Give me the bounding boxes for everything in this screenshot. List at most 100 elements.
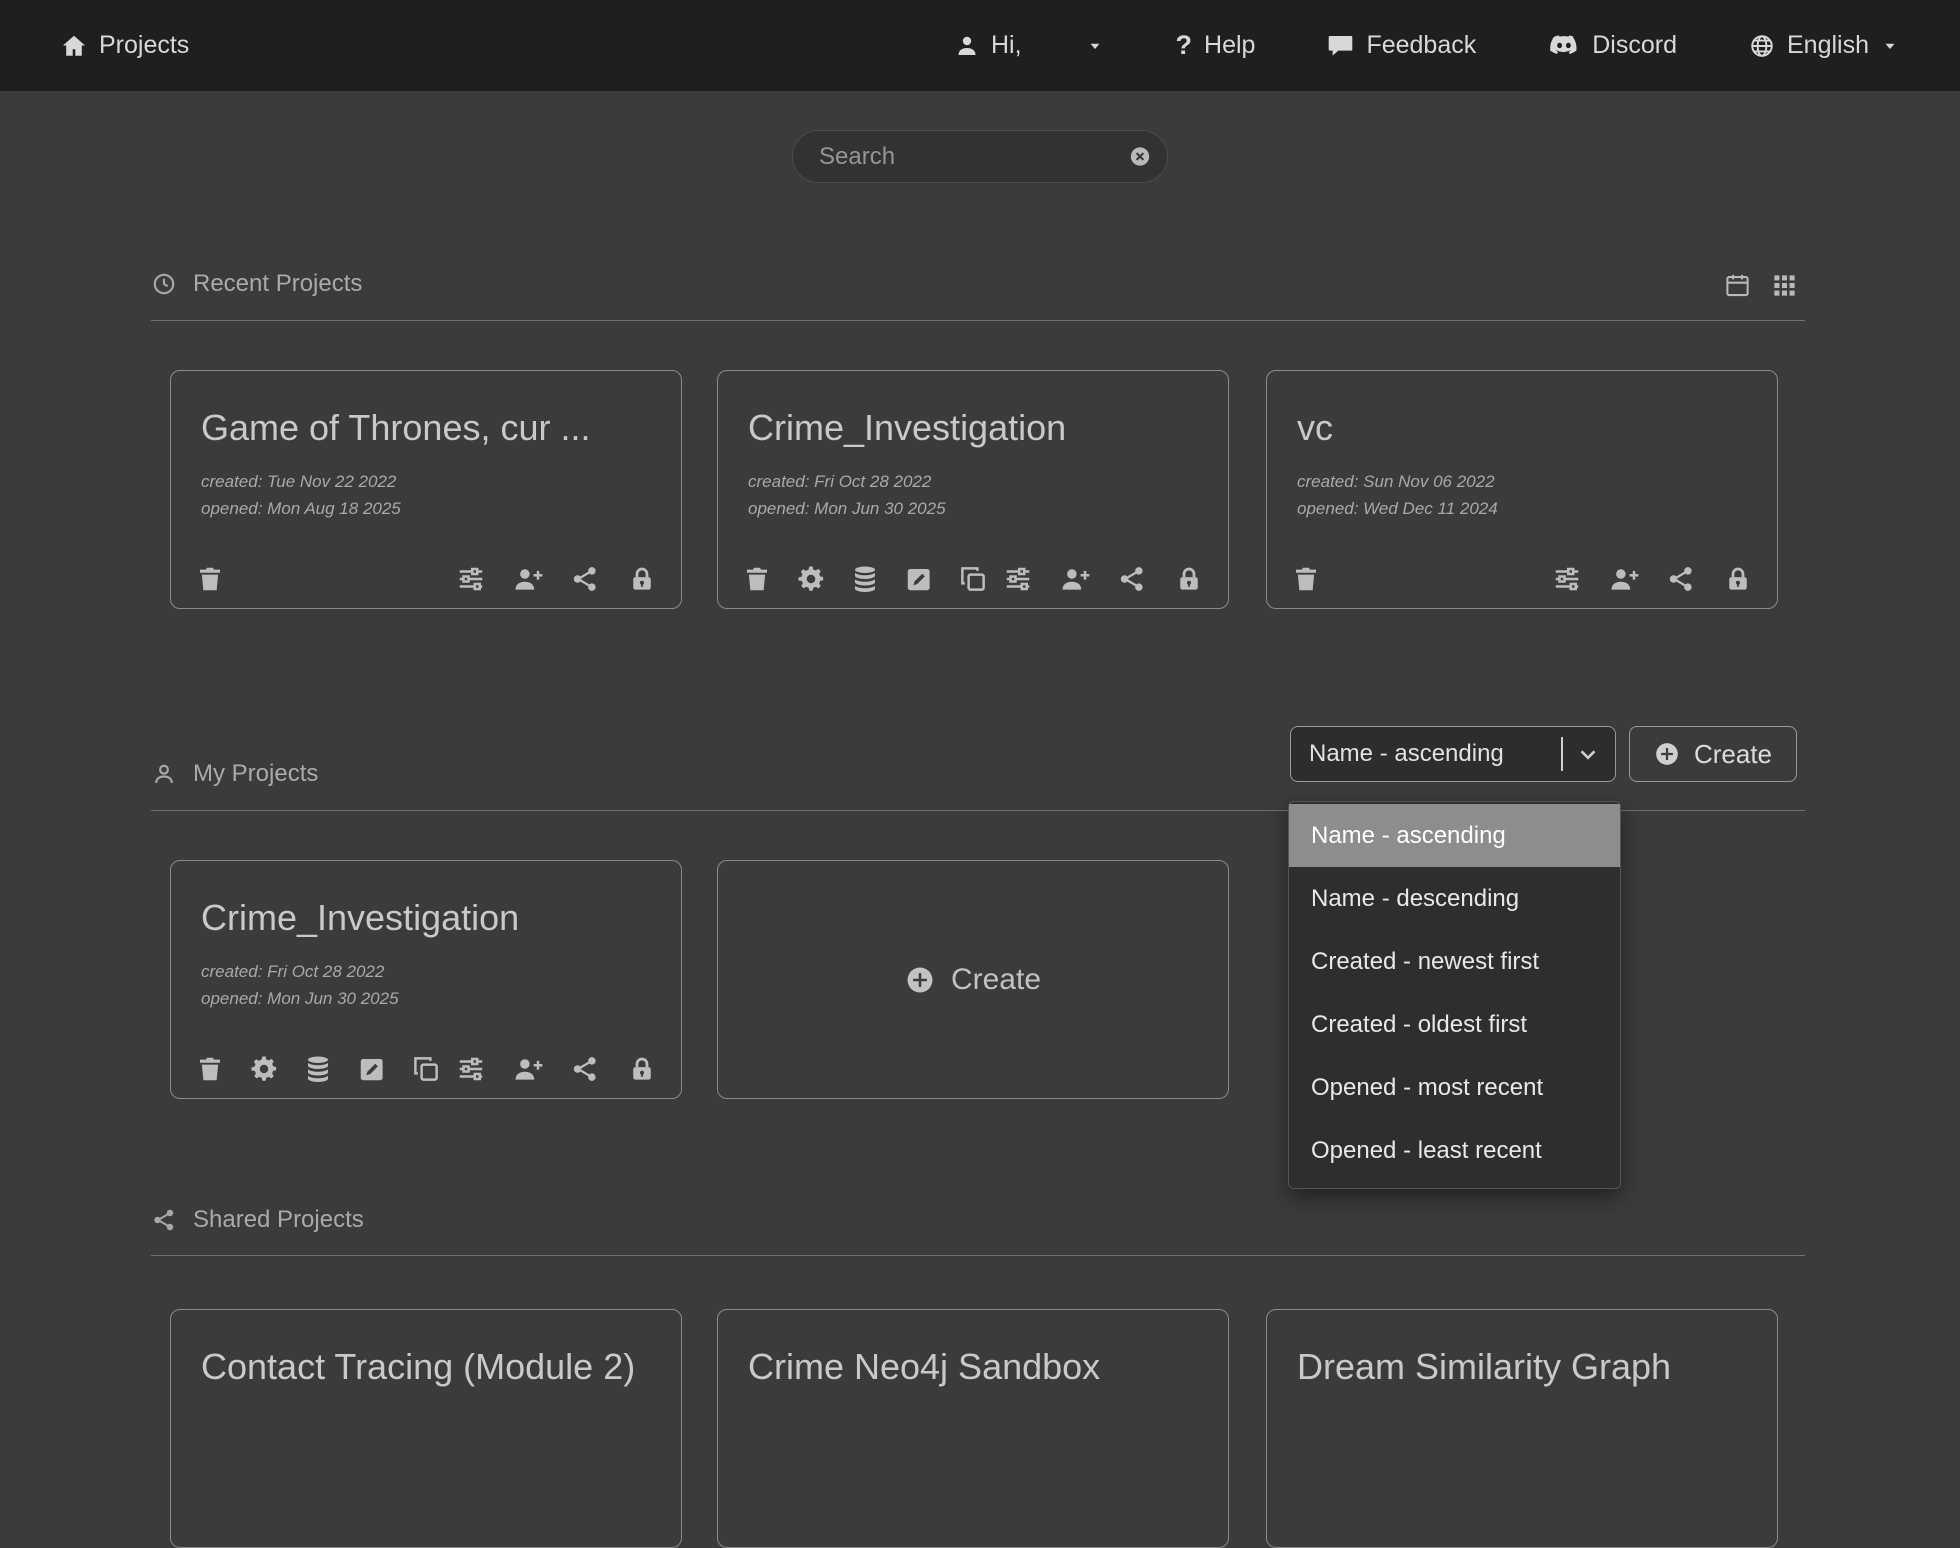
top-navbar: Projects Hi, ? Help Feedback Discord Eng… bbox=[0, 0, 1960, 91]
project-title: Crime Neo4j Sandbox bbox=[748, 1344, 1198, 1389]
settings-icon[interactable] bbox=[249, 1054, 279, 1084]
nav-discord-label: Discord bbox=[1592, 31, 1677, 60]
duplicate-icon[interactable] bbox=[411, 1054, 441, 1084]
project-opened: opened: Mon Jun 30 2025 bbox=[201, 985, 651, 1012]
delete-icon[interactable] bbox=[1291, 564, 1321, 594]
card-actions bbox=[195, 564, 657, 594]
navbar-right: Hi, ? Help Feedback Discord English bbox=[955, 30, 1899, 62]
shared-projects-title: Shared Projects bbox=[193, 1206, 364, 1234]
view-toggles bbox=[1724, 272, 1798, 299]
grid-view-icon[interactable] bbox=[1771, 272, 1798, 299]
my-projects-header: My Projects bbox=[151, 760, 318, 788]
project-card-contact-tracing[interactable]: Contact Tracing (Module 2) bbox=[170, 1309, 682, 1548]
add-user-icon[interactable] bbox=[513, 1054, 543, 1084]
sliders-icon[interactable] bbox=[1003, 564, 1033, 594]
project-title: Contact Tracing (Module 2) bbox=[201, 1344, 651, 1389]
settings-icon[interactable] bbox=[796, 564, 826, 594]
user-icon bbox=[955, 34, 979, 58]
recent-projects-title: Recent Projects bbox=[193, 270, 362, 298]
project-opened: opened: Mon Aug 18 2025 bbox=[201, 495, 651, 522]
share-icon[interactable] bbox=[570, 1054, 600, 1084]
shared-projects-header: Shared Projects bbox=[151, 1206, 364, 1234]
share-icon[interactable] bbox=[570, 564, 600, 594]
project-card-dream-similarity-graph[interactable]: Dream Similarity Graph bbox=[1266, 1309, 1778, 1548]
language-caret-down-icon bbox=[1881, 37, 1899, 55]
nav-language[interactable]: English bbox=[1749, 31, 1899, 60]
add-user-icon[interactable] bbox=[1060, 564, 1090, 594]
database-icon[interactable] bbox=[303, 1054, 333, 1084]
project-card-vc[interactable]: vc created: Sun Nov 06 2022 opened: Wed … bbox=[1266, 370, 1778, 609]
nav-help[interactable]: ? Help bbox=[1176, 30, 1256, 61]
create-project-card[interactable]: Create bbox=[717, 860, 1229, 1099]
share-icon bbox=[151, 1207, 177, 1233]
user-caret-down-icon[interactable] bbox=[1086, 37, 1104, 55]
delete-icon[interactable] bbox=[195, 1054, 225, 1084]
nav-feedback-label: Feedback bbox=[1366, 31, 1476, 60]
nav-help-label: Help bbox=[1204, 31, 1255, 60]
help-icon: ? bbox=[1176, 30, 1193, 61]
sort-select-divider bbox=[1561, 737, 1563, 771]
nav-user-menu[interactable]: Hi, bbox=[955, 31, 1104, 60]
project-card-game-of-thrones[interactable]: Game of Thrones, cur ... created: Tue No… bbox=[170, 370, 682, 609]
edit-icon[interactable] bbox=[904, 564, 934, 594]
lock-icon[interactable] bbox=[627, 564, 657, 594]
sliders-icon[interactable] bbox=[456, 1054, 486, 1084]
share-icon[interactable] bbox=[1666, 564, 1696, 594]
project-card-crime-neo4j-sandbox[interactable]: Crime Neo4j Sandbox bbox=[717, 1309, 1229, 1548]
delete-icon[interactable] bbox=[742, 564, 772, 594]
sort-option-opened-most-recent[interactable]: Opened - most recent bbox=[1289, 1056, 1620, 1119]
sort-dropdown: Name - ascending Name - descending Creat… bbox=[1288, 801, 1621, 1189]
plus-circle-icon bbox=[905, 965, 935, 995]
sliders-icon[interactable] bbox=[1552, 564, 1582, 594]
duplicate-icon[interactable] bbox=[958, 564, 988, 594]
project-created: created: Fri Oct 28 2022 bbox=[748, 468, 1198, 495]
share-icon[interactable] bbox=[1117, 564, 1147, 594]
sort-option-name-descending[interactable]: Name - descending bbox=[1289, 867, 1620, 930]
my-projects-title: My Projects bbox=[193, 760, 318, 788]
lock-icon[interactable] bbox=[1174, 564, 1204, 594]
add-user-icon[interactable] bbox=[1609, 564, 1639, 594]
globe-icon bbox=[1749, 33, 1775, 59]
clock-icon bbox=[151, 271, 177, 297]
card-actions bbox=[195, 1054, 657, 1084]
create-project-button[interactable]: Create bbox=[1629, 726, 1797, 782]
nav-feedback[interactable]: Feedback bbox=[1327, 31, 1476, 60]
project-title: Game of Thrones, cur ... bbox=[201, 405, 651, 450]
search-input[interactable] bbox=[819, 143, 1129, 171]
chevron-down-icon[interactable] bbox=[1575, 741, 1601, 767]
add-user-icon[interactable] bbox=[513, 564, 543, 594]
sliders-icon[interactable] bbox=[456, 564, 486, 594]
nav-discord[interactable]: Discord bbox=[1548, 30, 1677, 62]
discord-icon bbox=[1548, 30, 1580, 62]
sort-option-name-ascending[interactable]: Name - ascending bbox=[1289, 804, 1620, 867]
card-actions bbox=[742, 564, 1204, 594]
sort-select[interactable]: Name - ascending bbox=[1290, 726, 1616, 782]
project-created: created: Fri Oct 28 2022 bbox=[201, 958, 651, 985]
sort-option-created-newest[interactable]: Created - newest first bbox=[1289, 930, 1620, 993]
delete-icon[interactable] bbox=[195, 564, 225, 594]
project-card-crime-investigation[interactable]: Crime_Investigation created: Fri Oct 28 … bbox=[717, 370, 1229, 609]
project-title: Crime_Investigation bbox=[201, 895, 651, 940]
nav-greeting: Hi, bbox=[991, 31, 1022, 60]
feedback-chat-icon bbox=[1327, 32, 1354, 59]
project-card-crime-investigation-mine[interactable]: Crime_Investigation created: Fri Oct 28 … bbox=[170, 860, 682, 1099]
project-created: created: Sun Nov 06 2022 bbox=[1297, 468, 1747, 495]
clear-search-icon[interactable] bbox=[1129, 143, 1151, 170]
sort-option-opened-least-recent[interactable]: Opened - least recent bbox=[1289, 1119, 1620, 1182]
lock-icon[interactable] bbox=[1723, 564, 1753, 594]
plus-circle-icon bbox=[1654, 741, 1680, 767]
shared-divider bbox=[151, 1255, 1805, 1256]
search-bar bbox=[792, 130, 1168, 183]
database-icon[interactable] bbox=[850, 564, 880, 594]
person-outline-icon bbox=[151, 761, 177, 787]
create-card-label: Create bbox=[951, 963, 1041, 997]
nav-projects-label: Projects bbox=[99, 31, 189, 60]
recent-projects-header: Recent Projects bbox=[151, 270, 362, 298]
sort-selected-value: Name - ascending bbox=[1309, 740, 1504, 768]
edit-icon[interactable] bbox=[357, 1054, 387, 1084]
sort-option-created-oldest[interactable]: Created - oldest first bbox=[1289, 993, 1620, 1056]
nav-projects[interactable]: Projects bbox=[61, 31, 189, 60]
calendar-view-icon[interactable] bbox=[1724, 272, 1751, 299]
project-created: created: Tue Nov 22 2022 bbox=[201, 468, 651, 495]
lock-icon[interactable] bbox=[627, 1054, 657, 1084]
